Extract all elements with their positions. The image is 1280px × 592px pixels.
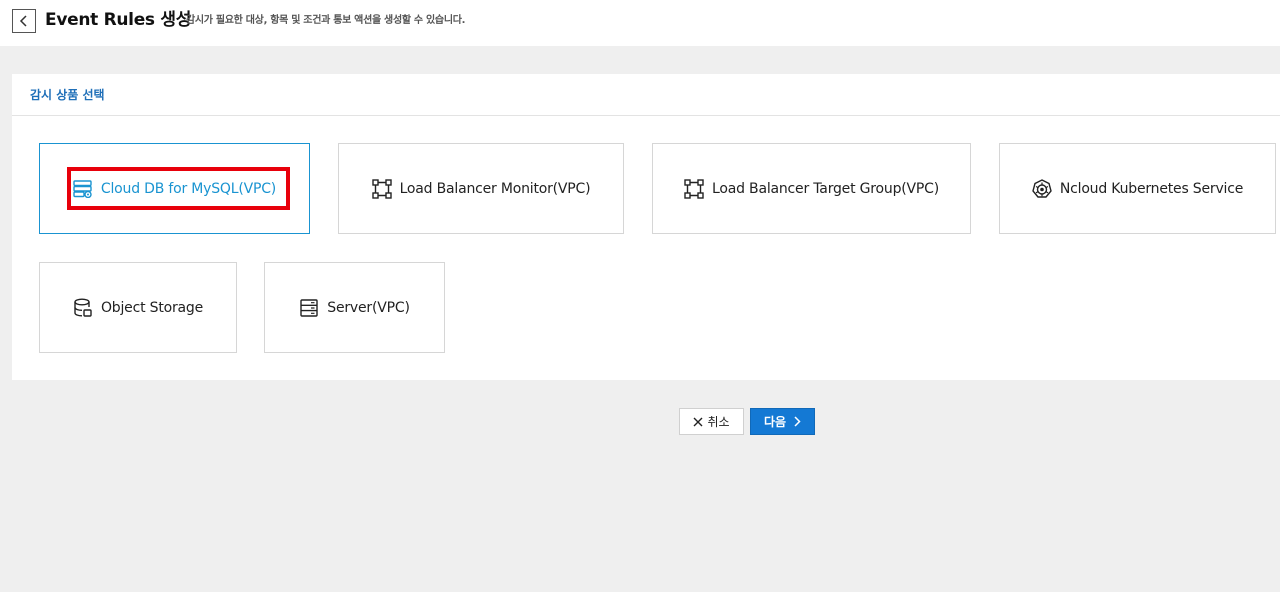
close-icon: [693, 417, 703, 426]
panel-header: 감시 상품 선택: [12, 74, 1280, 116]
object-storage-icon: [73, 298, 93, 318]
product-card-label: Load Balancer Target Group(VPC): [712, 180, 939, 197]
page-title: Event Rules 생성: [45, 10, 192, 30]
product-card-label: Object Storage: [100, 299, 204, 316]
product-card-lb-monitor[interactable]: Load Balancer Monitor(VPC): [338, 143, 624, 234]
load-balancer-icon: [371, 178, 392, 199]
back-button[interactable]: [12, 9, 36, 33]
product-card-cloud-db-mysql[interactable]: Cloud DB for MySQL(VPC): [39, 143, 310, 234]
product-card-ncloud-kubernetes[interactable]: Ncloud Kubernetes Service: [999, 143, 1276, 234]
product-card-label: Load Balancer Monitor(VPC): [399, 180, 591, 197]
cancel-button-label: 취소: [707, 415, 730, 429]
product-card-server[interactable]: Server(VPC): [264, 262, 445, 353]
load-balancer-icon: [684, 178, 704, 199]
database-server-icon: [73, 179, 93, 199]
product-card-object-storage[interactable]: Object Storage: [39, 262, 237, 353]
server-icon: [299, 298, 319, 318]
product-card-lb-target-group[interactable]: Load Balancer Target Group(VPC): [652, 143, 971, 234]
page-description: 감시가 필요한 대상, 항목 및 조건과 통보 액션을 생성할 수 있습니다.: [186, 15, 466, 26]
next-button-label: 다음: [763, 415, 787, 429]
panel-title: 감시 상품 선택: [30, 88, 105, 102]
kubernetes-icon: [1032, 178, 1052, 199]
product-card-label: Server(VPC): [327, 299, 410, 316]
chevron-right-icon: [794, 416, 801, 427]
product-card-label: Ncloud Kubernetes Service: [1059, 180, 1244, 197]
next-button[interactable]: 다음: [750, 408, 815, 435]
cancel-button[interactable]: 취소: [679, 408, 744, 435]
chevron-left-icon: [19, 15, 27, 27]
page-header: Event Rules 생성 감시가 필요한 대상, 항목 및 조건과 통보 액…: [0, 0, 1280, 46]
product-card-label: Cloud DB for MySQL(VPC): [100, 180, 277, 197]
